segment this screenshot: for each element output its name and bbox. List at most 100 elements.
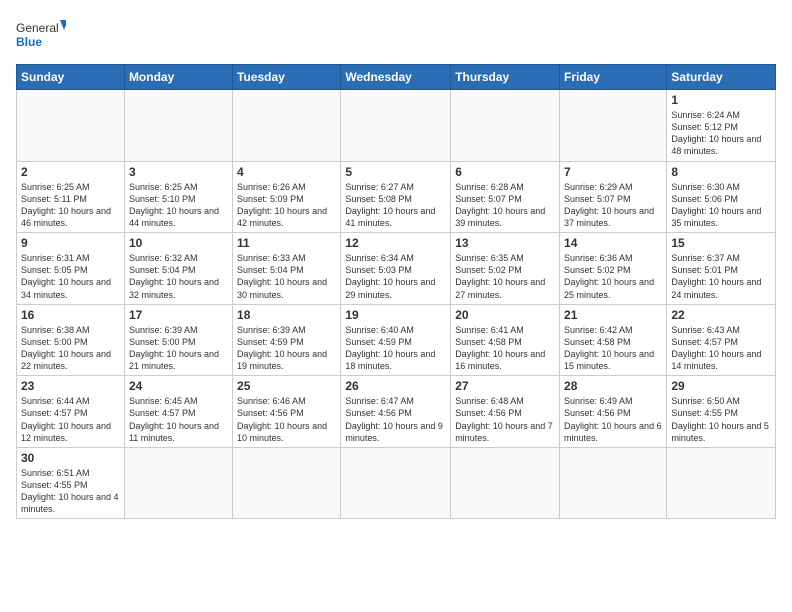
day-cell: 9 Sunrise: 6:31 AM Sunset: 5:05 PM Daylig… [17, 233, 125, 305]
day-info: Sunrise: 6:25 AM Sunset: 5:11 PM Dayligh… [21, 181, 120, 230]
svg-text:Blue: Blue [16, 35, 42, 49]
day-info: Sunrise: 6:38 AM Sunset: 5:00 PM Dayligh… [21, 324, 120, 373]
day-cell [17, 90, 125, 162]
day-number: 27 [455, 379, 555, 393]
day-cell: 12Sunrise: 6:34 AM Sunset: 5:03 PM Dayli… [341, 233, 451, 305]
day-cell [560, 447, 667, 519]
day-number: 8 [671, 165, 771, 179]
day-info: Sunrise: 6:24 AM Sunset: 5:12 PM Dayligh… [671, 109, 771, 158]
header: General Blue [16, 16, 776, 54]
week-row-4: 23 Sunrise: 6:44 AM Sunset: 4:57 PM Dayli… [17, 376, 776, 448]
svg-text:General: General [16, 21, 59, 35]
day-cell: 17Sunrise: 6:39 AM Sunset: 5:00 PM Dayli… [124, 304, 232, 376]
day-number: 5 [345, 165, 446, 179]
day-info: Sunrise: 6:37 AM Sunset: 5:01 PM Dayligh… [671, 252, 771, 301]
day-info: Sunrise: 6:47 AM Sunset: 4:56 PM Dayligh… [345, 395, 446, 444]
day-number: 2 [21, 165, 120, 179]
week-row-3: 16 Sunrise: 6:38 AM Sunset: 5:00 PM Dayli… [17, 304, 776, 376]
day-info: Sunrise: 6:30 AM Sunset: 5:06 PM Dayligh… [671, 181, 771, 230]
day-cell: 28 Sunrise: 6:49 AM Sunset: 4:56 PM Dayli… [560, 376, 667, 448]
day-number: 30 [21, 451, 120, 465]
day-cell: 15 Sunrise: 6:37 AM Sunset: 5:01 PM Dayli… [667, 233, 776, 305]
day-number: 15 [671, 236, 771, 250]
week-row-1: 2 Sunrise: 6:25 AM Sunset: 5:11 PM Daylig… [17, 161, 776, 233]
day-info: Sunrise: 6:26 AM Sunset: 5:09 PM Dayligh… [237, 181, 336, 230]
day-cell: 20Sunrise: 6:41 AM Sunset: 4:58 PM Dayli… [451, 304, 560, 376]
day-cell: 26 Sunrise: 6:47 AM Sunset: 4:56 PM Dayli… [341, 376, 451, 448]
day-cell [233, 90, 341, 162]
day-number: 1 [671, 93, 771, 107]
day-number: 6 [455, 165, 555, 179]
day-cell: 13Sunrise: 6:35 AM Sunset: 5:02 PM Dayli… [451, 233, 560, 305]
day-info: Sunrise: 6:42 AM Sunset: 4:58 PM Dayligh… [564, 324, 662, 373]
day-number: 3 [129, 165, 228, 179]
day-cell: 23 Sunrise: 6:44 AM Sunset: 4:57 PM Dayli… [17, 376, 125, 448]
day-number: 14 [564, 236, 662, 250]
day-number: 26 [345, 379, 446, 393]
day-cell [451, 447, 560, 519]
page: General Blue SundayMondayTuesdayWednesda… [0, 0, 792, 612]
day-cell [233, 447, 341, 519]
day-cell: 4 Sunrise: 6:26 AM Sunset: 5:09 PM Daylig… [233, 161, 341, 233]
weekday-friday: Friday [560, 65, 667, 90]
day-cell: 11 Sunrise: 6:33 AM Sunset: 5:04 PM Dayli… [233, 233, 341, 305]
day-cell: 10Sunrise: 6:32 AM Sunset: 5:04 PM Dayli… [124, 233, 232, 305]
day-info: Sunrise: 6:35 AM Sunset: 5:02 PM Dayligh… [455, 252, 555, 301]
day-number: 11 [237, 236, 336, 250]
day-number: 9 [21, 236, 120, 250]
day-info: Sunrise: 6:33 AM Sunset: 5:04 PM Dayligh… [237, 252, 336, 301]
day-info: Sunrise: 6:46 AM Sunset: 4:56 PM Dayligh… [237, 395, 336, 444]
weekday-saturday: Saturday [667, 65, 776, 90]
day-number: 29 [671, 379, 771, 393]
day-cell: 7Sunrise: 6:29 AM Sunset: 5:07 PM Daylig… [560, 161, 667, 233]
day-cell: 29Sunrise: 6:50 AM Sunset: 4:55 PM Dayli… [667, 376, 776, 448]
week-row-5: 30 Sunrise: 6:51 AM Sunset: 4:55 PM Dayli… [17, 447, 776, 519]
day-info: Sunrise: 6:51 AM Sunset: 4:55 PM Dayligh… [21, 467, 120, 516]
day-info: Sunrise: 6:49 AM Sunset: 4:56 PM Dayligh… [564, 395, 662, 444]
day-cell: 30 Sunrise: 6:51 AM Sunset: 4:55 PM Dayli… [17, 447, 125, 519]
day-info: Sunrise: 6:43 AM Sunset: 4:57 PM Dayligh… [671, 324, 771, 373]
day-cell [560, 90, 667, 162]
day-cell: 8 Sunrise: 6:30 AM Sunset: 5:06 PM Daylig… [667, 161, 776, 233]
day-info: Sunrise: 6:31 AM Sunset: 5:05 PM Dayligh… [21, 252, 120, 301]
day-cell: 22 Sunrise: 6:43 AM Sunset: 4:57 PM Dayli… [667, 304, 776, 376]
day-info: Sunrise: 6:44 AM Sunset: 4:57 PM Dayligh… [21, 395, 120, 444]
day-cell: 5Sunrise: 6:27 AM Sunset: 5:08 PM Daylig… [341, 161, 451, 233]
day-number: 21 [564, 308, 662, 322]
day-info: Sunrise: 6:34 AM Sunset: 5:03 PM Dayligh… [345, 252, 446, 301]
day-cell: 16 Sunrise: 6:38 AM Sunset: 5:00 PM Dayli… [17, 304, 125, 376]
day-info: Sunrise: 6:36 AM Sunset: 5:02 PM Dayligh… [564, 252, 662, 301]
day-number: 4 [237, 165, 336, 179]
day-cell: 1 Sunrise: 6:24 AM Sunset: 5:12 PM Daylig… [667, 90, 776, 162]
day-number: 28 [564, 379, 662, 393]
day-cell: 27 Sunrise: 6:48 AM Sunset: 4:56 PM Dayli… [451, 376, 560, 448]
day-info: Sunrise: 6:28 AM Sunset: 5:07 PM Dayligh… [455, 181, 555, 230]
day-number: 18 [237, 308, 336, 322]
day-cell [124, 90, 232, 162]
day-cell [667, 447, 776, 519]
day-number: 24 [129, 379, 228, 393]
logo: General Blue [16, 16, 66, 54]
day-number: 7 [564, 165, 662, 179]
day-number: 23 [21, 379, 120, 393]
day-number: 19 [345, 308, 446, 322]
day-number: 16 [21, 308, 120, 322]
day-cell [341, 90, 451, 162]
day-cell [451, 90, 560, 162]
day-cell [341, 447, 451, 519]
day-info: Sunrise: 6:45 AM Sunset: 4:57 PM Dayligh… [129, 395, 228, 444]
day-info: Sunrise: 6:39 AM Sunset: 4:59 PM Dayligh… [237, 324, 336, 373]
day-cell: 6 Sunrise: 6:28 AM Sunset: 5:07 PM Daylig… [451, 161, 560, 233]
weekday-header-row: SundayMondayTuesdayWednesdayThursdayFrid… [17, 65, 776, 90]
day-cell: 3Sunrise: 6:25 AM Sunset: 5:10 PM Daylig… [124, 161, 232, 233]
day-cell: 21 Sunrise: 6:42 AM Sunset: 4:58 PM Dayli… [560, 304, 667, 376]
weekday-sunday: Sunday [17, 65, 125, 90]
week-row-2: 9 Sunrise: 6:31 AM Sunset: 5:05 PM Daylig… [17, 233, 776, 305]
logo-svg: General Blue [16, 16, 66, 54]
day-number: 20 [455, 308, 555, 322]
day-cell: 19Sunrise: 6:40 AM Sunset: 4:59 PM Dayli… [341, 304, 451, 376]
day-number: 22 [671, 308, 771, 322]
day-info: Sunrise: 6:32 AM Sunset: 5:04 PM Dayligh… [129, 252, 228, 301]
day-info: Sunrise: 6:48 AM Sunset: 4:56 PM Dayligh… [455, 395, 555, 444]
weekday-tuesday: Tuesday [233, 65, 341, 90]
